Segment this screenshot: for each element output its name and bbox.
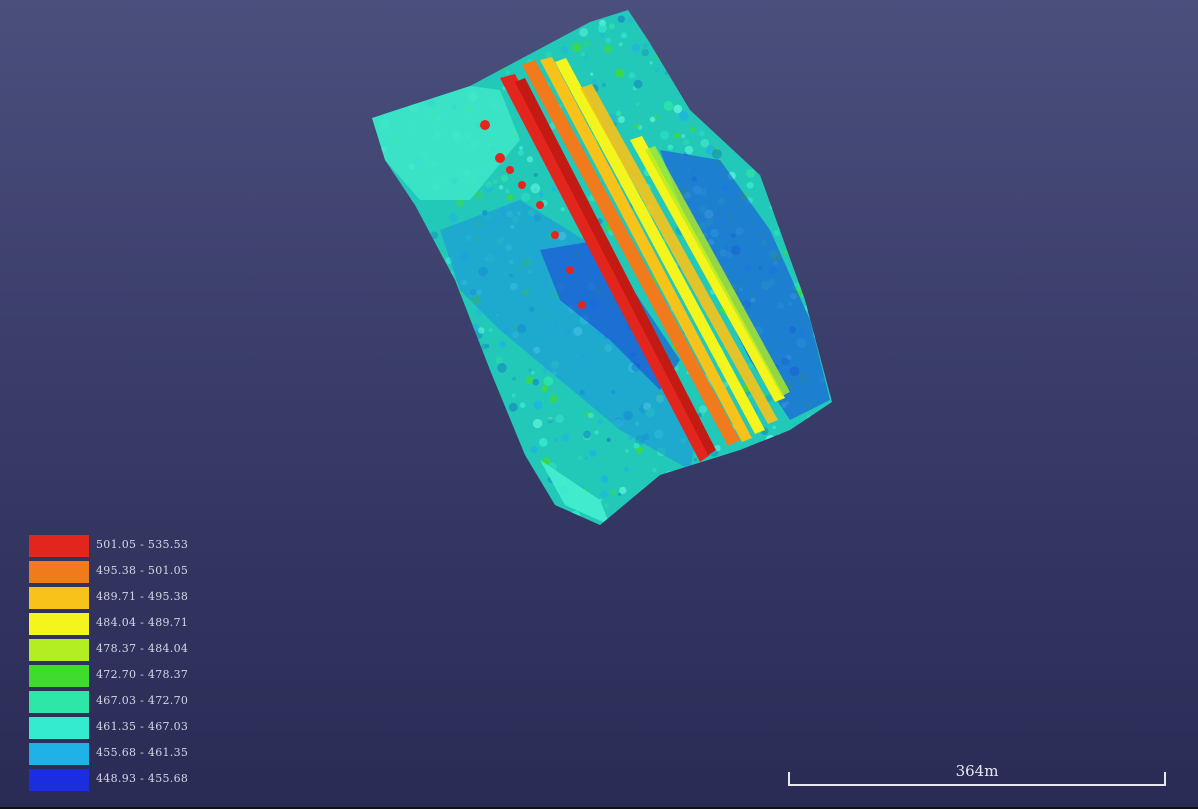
legend-swatch xyxy=(29,587,89,609)
scale-bar-line xyxy=(788,784,1166,786)
legend-label: 472.70 - 478.37 xyxy=(96,668,189,681)
legend-swatch xyxy=(29,639,89,661)
legend-label: 501.05 - 535.53 xyxy=(96,538,189,551)
legend-label: 495.38 - 501.05 xyxy=(96,564,189,577)
legend-label: 489.71 - 495.38 xyxy=(96,590,189,603)
legend-swatch xyxy=(29,691,89,713)
legend-swatch xyxy=(29,535,89,557)
legend-swatch xyxy=(29,665,89,687)
legend-label: 461.35 - 467.03 xyxy=(96,720,189,733)
legend-label: 455.68 - 461.35 xyxy=(96,746,189,759)
scale-bar-label: 364m xyxy=(955,762,999,780)
legend-swatch xyxy=(29,743,89,765)
scale-bar: 364m xyxy=(788,760,1166,788)
legend-swatch xyxy=(29,613,89,635)
elevation-pointcloud[interactable] xyxy=(0,0,1198,809)
pointcloud-viewport[interactable] xyxy=(0,0,1198,809)
legend-swatch xyxy=(29,717,89,739)
legend-label: 448.93 - 455.68 xyxy=(96,772,189,785)
legend-swatch xyxy=(29,769,89,791)
legend-label: 467.03 - 472.70 xyxy=(96,694,189,707)
legend-swatch xyxy=(29,561,89,583)
legend-label: 484.04 - 489.71 xyxy=(96,616,189,629)
legend-label: 478.37 - 484.04 xyxy=(96,642,189,655)
